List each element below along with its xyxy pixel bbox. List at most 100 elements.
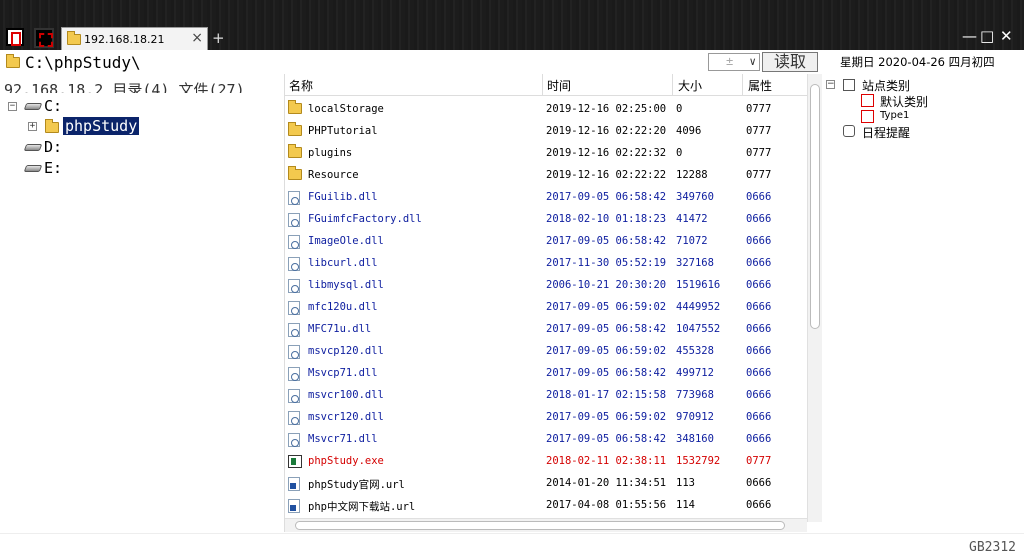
read-button[interactable]: 读取 xyxy=(762,52,818,72)
dll-file-icon xyxy=(288,411,300,425)
table-row[interactable]: FGuilib.dll 2017-09-05 06:58:42 349760 0666 xyxy=(285,186,807,208)
scroll-thumb[interactable] xyxy=(810,84,820,329)
path-input[interactable]: C:\phpStudy\ xyxy=(25,53,141,72)
file-time: 2019-12-16 02:22:32 xyxy=(546,147,667,159)
file-attr: 0777 xyxy=(746,103,772,115)
tree-item-label: phpStudy xyxy=(63,117,140,135)
row-icon xyxy=(288,213,300,230)
file-attr: 0777 xyxy=(746,169,772,181)
table-row[interactable]: localStorage 2019-12-16 02:25:00 0 0777 xyxy=(285,98,807,120)
close-icon[interactable]: ✕ xyxy=(1000,27,1013,45)
shortcut-icon xyxy=(288,499,300,513)
file-size: 41472 xyxy=(676,213,708,225)
vertical-scrollbar[interactable] xyxy=(807,74,822,522)
file-name: mfc120u.dll xyxy=(308,301,378,313)
file-attr: 0666 xyxy=(746,433,772,445)
minimize-icon[interactable]: — xyxy=(962,27,977,45)
scroll-thumb[interactable] xyxy=(295,521,785,530)
tree-item-label: E: xyxy=(44,159,63,177)
tree-item-d[interactable]: D: xyxy=(8,138,208,158)
column-divider[interactable] xyxy=(742,74,743,95)
table-row[interactable]: msvcp120.dll 2017-09-05 06:59:02 455328 066… xyxy=(285,340,807,362)
category-icon xyxy=(861,110,874,123)
file-attr: 0666 xyxy=(746,279,772,291)
column-header-attr[interactable]: 属性 xyxy=(748,77,772,94)
collapse-icon[interactable]: − xyxy=(826,80,835,89)
table-row[interactable]: PHPTutorial 2019-12-16 02:22:20 4096 0777 xyxy=(285,120,807,142)
tab-label: 192.168.18.21 xyxy=(84,33,165,46)
file-name: MFC71u.dll xyxy=(308,323,372,335)
encoding-indicator[interactable]: GB2312 xyxy=(969,540,1016,555)
sort-select[interactable]: ± ∨ xyxy=(708,53,760,71)
table-row[interactable]: Resource 2019-12-16 02:22:22 12288 0777 xyxy=(285,164,807,186)
column-divider[interactable] xyxy=(672,74,673,95)
table-row[interactable]: FGuimfcFactory.dll 2018-02-10 01:18:23 414… xyxy=(285,208,807,230)
table-row[interactable]: phpStudy.exe 2018-02-11 02:38:11 1532792 07… xyxy=(285,450,807,472)
table-row[interactable]: libcurl.dll 2017-11-30 05:52:19 327168 0666 xyxy=(285,252,807,274)
file-attr: 0666 xyxy=(746,235,772,247)
expand-icon[interactable]: + xyxy=(28,122,37,131)
tree-item-label: D: xyxy=(44,138,63,156)
table-row[interactable]: ImageOle.dll 2017-09-05 06:58:42 71072 0666 xyxy=(285,230,807,252)
category-icon xyxy=(861,94,874,107)
tree-item-c[interactable]: − C: xyxy=(8,97,208,117)
exe-icon xyxy=(288,455,302,468)
file-time: 2018-01-17 02:15:58 xyxy=(546,389,667,401)
drive-icon xyxy=(23,165,43,172)
file-attr: 0666 xyxy=(746,213,772,225)
file-name: phpStudy官网.url xyxy=(308,479,405,491)
file-size: 0 xyxy=(676,103,683,115)
file-name: php中文网下载站.url xyxy=(308,501,416,513)
file-name: plugins xyxy=(308,147,353,159)
file-name: libcurl.dll xyxy=(308,257,378,269)
folder-icon xyxy=(288,100,302,114)
row-icon xyxy=(288,279,300,296)
column-header-name[interactable]: 名称 xyxy=(289,77,313,94)
tree-item-phpstudy[interactable]: + phpStudy xyxy=(28,117,228,137)
file-time: 2017-09-05 06:58:42 xyxy=(546,323,667,335)
folder-icon xyxy=(67,31,81,45)
row-icon xyxy=(288,122,302,139)
maximize-icon[interactable]: □ xyxy=(980,27,994,45)
file-name: localStorage xyxy=(308,103,384,115)
horizontal-scrollbar[interactable] xyxy=(285,518,807,532)
app-logo-icon[interactable] xyxy=(6,28,24,46)
column-header-size[interactable]: 大小 xyxy=(678,77,702,94)
table-row[interactable]: plugins 2019-12-16 02:22:32 0 0777 xyxy=(285,142,807,164)
file-name: PHPTutorial xyxy=(308,125,378,137)
table-row[interactable]: MFC71u.dll 2017-09-05 06:58:42 1047552 0666 xyxy=(285,318,807,340)
date-display: 星期日 2020-04-26 四月初四 xyxy=(840,55,995,69)
table-row[interactable]: php中文网下载站.url 2017-04-08 01:55:56 114 0666 xyxy=(285,494,807,516)
table-row[interactable]: msvcr120.dll 2017-09-05 06:59:02 970912 066… xyxy=(285,406,807,428)
file-time: 2019-12-16 02:22:20 xyxy=(546,125,667,137)
site-category-label[interactable]: 站点类别 xyxy=(862,77,910,93)
new-tab-button[interactable]: + xyxy=(212,29,225,47)
chevron-down-icon: ∨ xyxy=(749,55,756,68)
file-time: 2019-12-16 02:25:00 xyxy=(546,103,667,115)
tab-session[interactable]: 192.168.18.21 × xyxy=(61,27,208,50)
file-name: libmysql.dll xyxy=(308,279,384,291)
file-time: 2017-09-05 06:58:42 xyxy=(546,235,667,247)
table-row[interactable]: phpStudy官网.url 2014-01-20 11:34:51 113 0666 xyxy=(285,472,807,494)
collapse-icon[interactable]: − xyxy=(8,102,17,111)
file-size: 1532792 xyxy=(676,455,721,467)
table-row[interactable]: libmysql.dll 2006-10-21 20:30:20 1519616 06… xyxy=(285,274,807,296)
file-size: 455328 xyxy=(676,345,714,357)
table-row[interactable]: Msvcr71.dll 2017-09-05 06:58:42 348160 0666 xyxy=(285,428,807,450)
dll-file-icon xyxy=(288,257,300,271)
default-category-label[interactable]: 默认类别 xyxy=(880,93,928,109)
table-row[interactable]: msvcr100.dll 2018-01-17 02:15:58 773968 066… xyxy=(285,384,807,406)
dll-file-icon xyxy=(288,433,300,447)
dll-file-icon xyxy=(288,301,300,315)
column-header-time[interactable]: 时间 xyxy=(547,77,571,94)
file-time: 2014-01-20 11:34:51 xyxy=(546,477,667,489)
tab-close-icon[interactable]: × xyxy=(191,30,203,46)
column-divider[interactable] xyxy=(542,74,543,95)
tree-item-e[interactable]: E: xyxy=(8,159,208,179)
table-row[interactable]: Msvcp71.dll 2017-09-05 06:58:42 499712 0666 xyxy=(285,362,807,384)
row-icon xyxy=(288,301,300,318)
table-row[interactable]: mfc120u.dll 2017-09-05 06:59:02 4449952 066… xyxy=(285,296,807,318)
file-name: FGuimfcFactory.dll xyxy=(308,213,422,225)
record-icon[interactable] xyxy=(34,28,54,48)
schedule-reminder-label[interactable]: 日程提醒 xyxy=(862,124,910,140)
